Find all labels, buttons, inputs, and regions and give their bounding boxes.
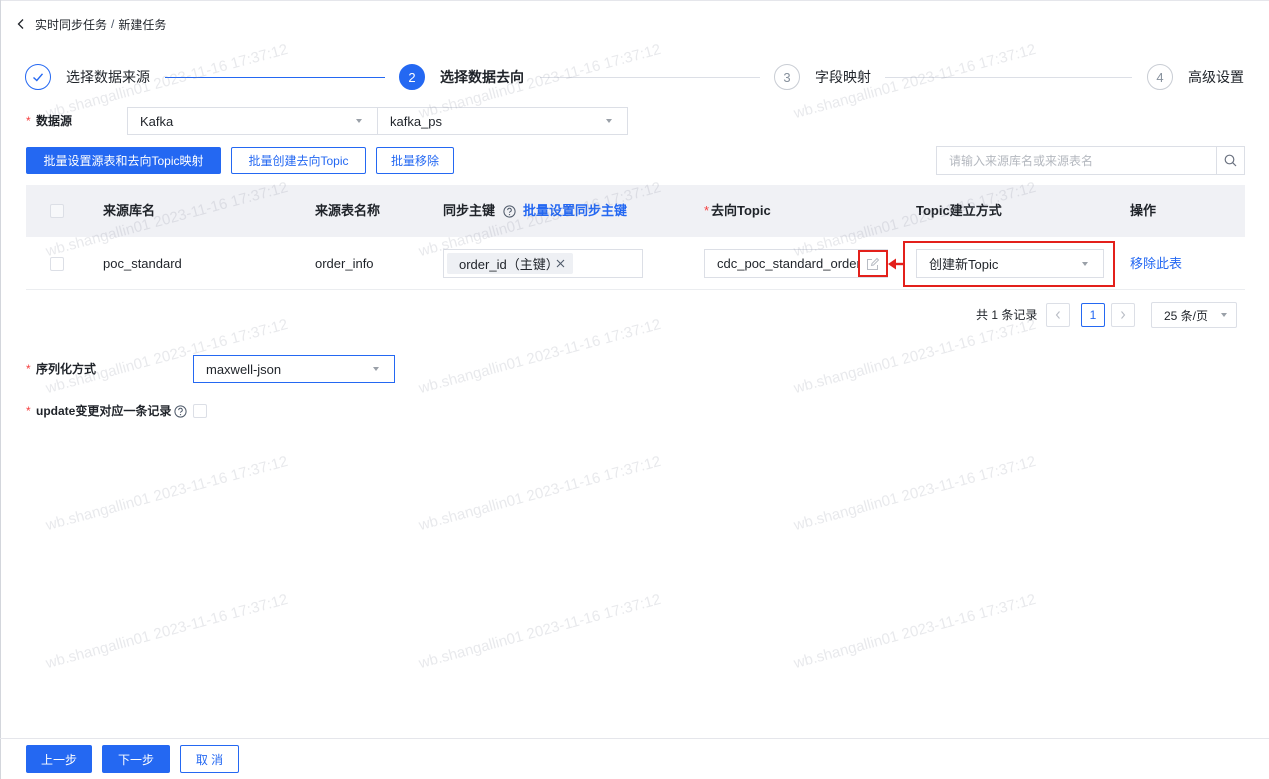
step-2-label[interactable]: 选择数据去向 [440,68,524,86]
topic-mode-value: 创建新Topic [929,257,999,272]
select-all-checkbox[interactable] [50,204,64,218]
column-header-actions: 操作 [1130,203,1157,218]
serialization-value: maxwell-json [206,361,282,377]
breadcrumb: 实时同步任务 / 新建任务 [16,16,166,32]
watermark: wb.shangallin01 2023-11-16 17:37:12 [416,315,663,398]
cell-source-table: order_info [315,256,374,271]
datasource-type-select[interactable]: Kafka [127,107,378,135]
update-option-checkbox[interactable] [193,404,207,418]
step-connector-1 [165,77,385,78]
batch-create-topic-button[interactable]: 批量创建去向Topic [231,147,366,174]
watermark: wb.shangallin01 2023-11-16 17:37:12 [791,590,1038,673]
breadcrumb-separator: / [111,17,115,31]
prev-step-button[interactable]: 上一步 [26,745,92,773]
datasource-type-value: Kafka [140,113,174,129]
sync-key-tag-label: order_id（主键） [459,257,559,272]
caret-down-icon [1082,261,1088,266]
page-size-value: 25 条/页 [1164,308,1209,323]
breadcrumb-current: 新建任务 [118,17,167,32]
search-box [936,146,1245,175]
cancel-button[interactable]: 取 消 [180,745,239,773]
help-icon[interactable] [174,405,187,418]
caret-down-icon [1221,313,1227,317]
column-header-target-topic: 去向Topic [711,203,771,218]
step-2-circle[interactable]: 2 [399,64,425,90]
page-size-select[interactable]: 25 条/页 [1151,302,1237,328]
table-header [26,185,1245,237]
required-mark: * [26,404,31,418]
frame-top-border [0,0,1269,1]
step-1-circle[interactable] [25,64,51,90]
footer-divider [0,738,1269,739]
watermark: wb.shangallin01 2023-11-16 17:37:12 [416,590,663,673]
annotation-arrow-icon [888,258,904,270]
chevron-right-icon [1119,310,1127,320]
next-step-button[interactable]: 下一步 [102,745,170,773]
pagination-total: 共 1 条记录 [976,308,1038,322]
datasource-label: 数据源 [36,114,73,128]
column-header-source-db: 来源库名 [103,203,156,218]
required-mark: * [26,362,31,376]
batch-map-button[interactable]: 批量设置源表和去向Topic映射 [26,147,221,174]
serialization-label: 序列化方式 [36,362,97,376]
pagination-next-button[interactable] [1111,303,1135,327]
datasource-instance-value: kafka_ps [390,113,443,129]
step-4-circle[interactable]: 4 [1147,64,1173,90]
chevron-left-icon [1054,310,1062,320]
frame-left-border [0,0,1,779]
column-header-source-table: 来源表名称 [315,203,381,218]
watermark: wb.shangallin01 2023-11-16 17:37:12 [43,452,290,535]
column-header-topic-mode: Topic建立方式 [916,203,1002,218]
search-icon[interactable] [1216,147,1244,174]
search-input[interactable] [937,147,1217,174]
pagination-page-1[interactable]: 1 [1081,303,1105,327]
annotation-highlight-box [858,250,888,277]
check-icon [31,70,45,84]
batch-sync-key-link[interactable]: 批量设置同步主键 [523,203,627,219]
row-checkbox[interactable] [50,257,64,271]
remove-table-link[interactable]: 移除此表 [1130,256,1182,272]
pagination-prev-button[interactable] [1046,303,1070,327]
step-4-label[interactable]: 高级设置 [1188,68,1244,86]
step-connector-3 [885,77,1132,78]
target-topic-value: cdc_poc_standard_order_ [717,256,859,271]
sync-key-tag-input[interactable]: order_id（主键） [443,249,643,278]
required-mark: * [26,114,31,128]
step-1-label[interactable]: 选择数据来源 [66,68,150,86]
topic-mode-select[interactable]: 创建新Topic [916,249,1104,278]
serialization-select[interactable]: maxwell-json [193,355,395,383]
watermark: wb.shangallin01 2023-11-16 17:37:12 [791,315,1038,398]
datasource-instance-select[interactable]: kafka_ps [377,107,628,135]
batch-remove-button[interactable]: 批量移除 [376,147,454,174]
step-3-label[interactable]: 字段映射 [815,68,871,86]
step-3-circle[interactable]: 3 [774,64,800,90]
caret-down-icon [373,367,379,371]
cell-source-db: poc_standard [103,256,182,271]
watermark: wb.shangallin01 2023-11-16 17:37:12 [416,452,663,535]
watermark: wb.shangallin01 2023-11-16 17:37:12 [43,590,290,673]
required-mark: * [704,203,710,218]
watermark: wb.shangallin01 2023-11-16 17:37:12 [791,452,1038,535]
column-header-sync-key: 同步主键 [443,203,496,218]
chevron-left-icon[interactable] [16,18,26,30]
update-option-label: update变更对应一条记录 [36,404,172,418]
breadcrumb-parent[interactable]: 实时同步任务 [35,16,107,33]
close-icon[interactable] [556,259,565,268]
step-connector-2 [540,77,760,78]
sync-key-tag: order_id（主键） [447,253,573,274]
caret-down-icon [606,119,612,123]
help-icon[interactable] [503,205,516,218]
caret-down-icon [356,119,362,123]
